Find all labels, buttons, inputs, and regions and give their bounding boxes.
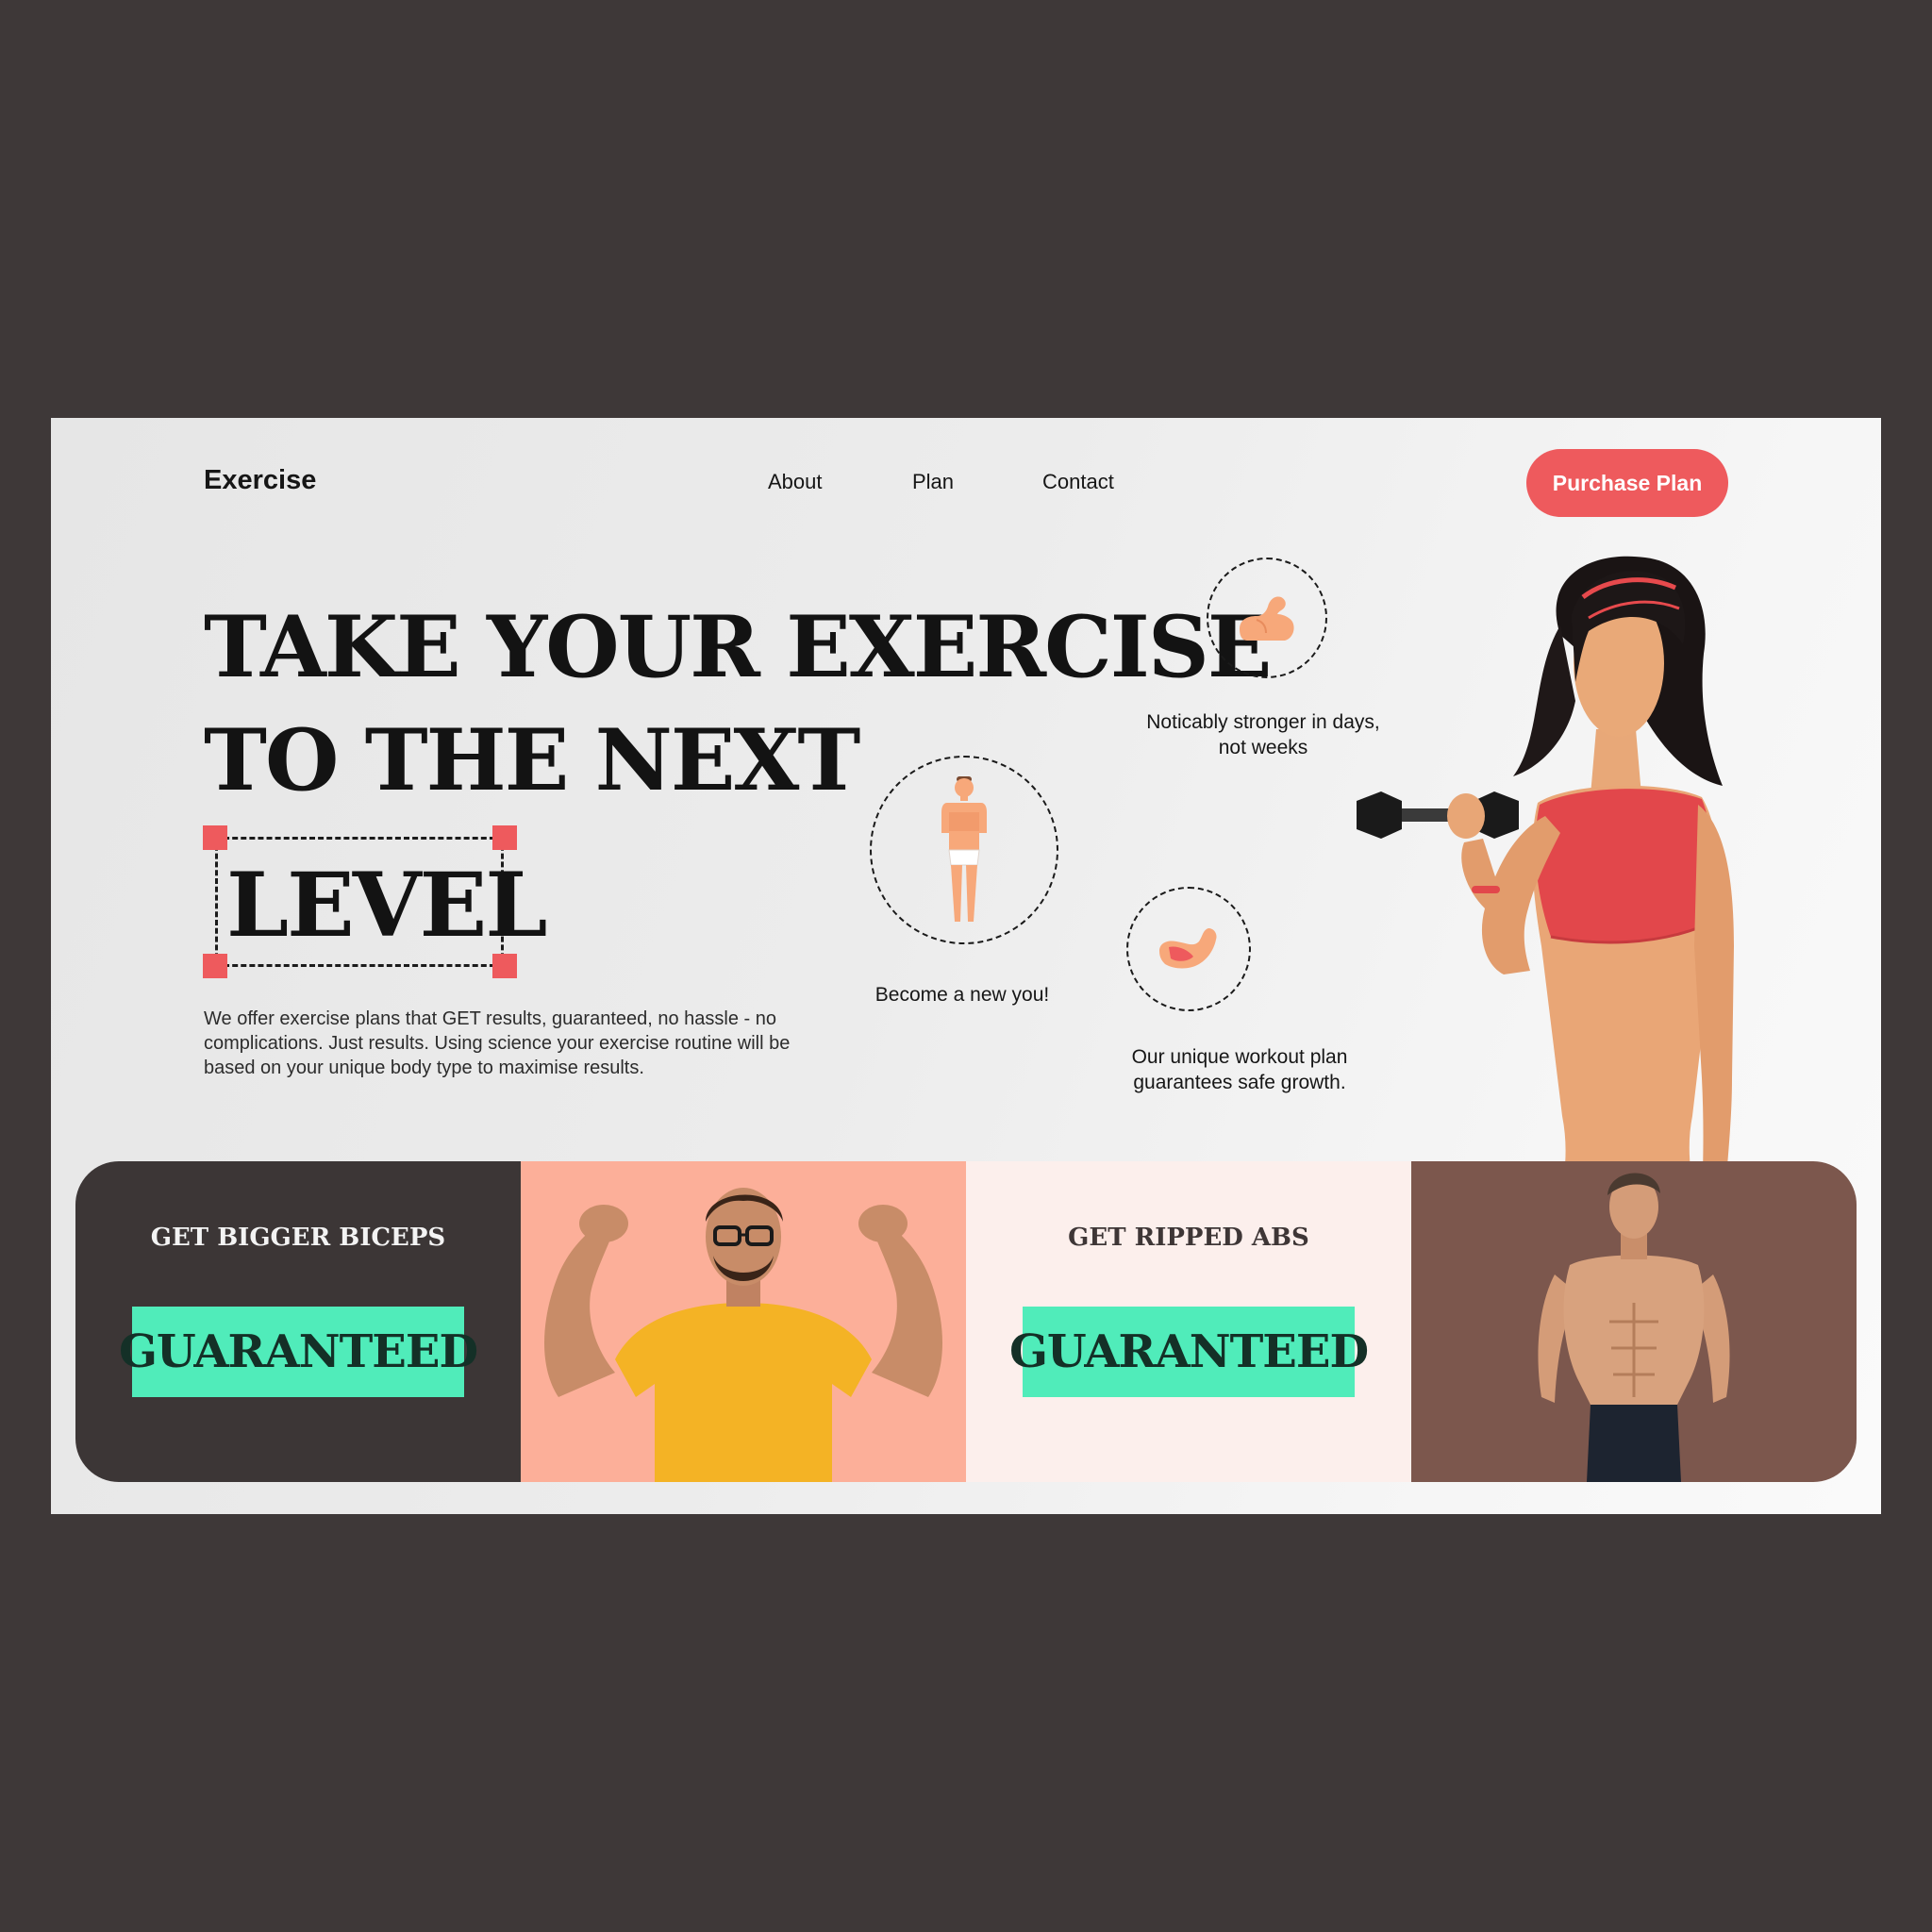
- hair-left-strands: [1513, 625, 1575, 776]
- crop-top: [1535, 789, 1713, 942]
- feature-growth-caption-line1: Our unique workout plan: [1131, 1046, 1348, 1068]
- promo-abs-panel[interactable]: GET RIPPED ABS GUARANTEED: [966, 1161, 1411, 1482]
- promo-biceps-panel[interactable]: GET BIGGER BICEPS GUARANTEED: [75, 1161, 521, 1482]
- nav-contact[interactable]: Contact: [1042, 470, 1114, 494]
- abs-photo-panel: [1411, 1161, 1857, 1482]
- right-arm-raised: [872, 1227, 942, 1397]
- hero-headline-line2: TO THE NEXT: [204, 710, 860, 810]
- landing-page: Exercise About Plan Contact Purchase Pla…: [51, 418, 1881, 1514]
- dumbbell-top-weight-left: [1357, 791, 1402, 839]
- flexed-bicep-icon: [1240, 596, 1294, 641]
- promo-biceps-badge: GUARANTEED: [119, 1307, 478, 1397]
- feature-growth-caption-line2: guarantees safe growth.: [1133, 1072, 1346, 1093]
- selection-handle-top-right[interactable]: [492, 825, 517, 850]
- feature-transform-circle: [870, 756, 1058, 944]
- promo-abs-title: GET RIPPED ABS: [1068, 1224, 1309, 1252]
- body-figure-icon: [941, 776, 987, 922]
- man-with-abs-photo: [1538, 1173, 1730, 1482]
- left-fist: [579, 1205, 628, 1242]
- feature-strength-circle: [1207, 558, 1327, 678]
- nav-about[interactable]: About: [768, 470, 823, 494]
- abs-man-jeans: [1587, 1405, 1681, 1482]
- selection-handle-top-left[interactable]: [203, 825, 227, 850]
- purchase-plan-button[interactable]: Purchase Plan: [1526, 449, 1728, 517]
- hero-highlight-word: LEVEL: [226, 854, 547, 958]
- feature-growth-circle: [1126, 887, 1251, 1011]
- promo-abs-badge: GUARANTEED: [1009, 1307, 1369, 1397]
- right-fist: [858, 1205, 908, 1242]
- yellow-tshirt: [615, 1303, 872, 1482]
- biceps-photo-panel: [521, 1161, 966, 1482]
- brand-logo[interactable]: Exercise: [204, 465, 316, 496]
- left-hand: [1447, 793, 1485, 839]
- hero-description: We offer exercise plans that GET results…: [204, 1008, 791, 1078]
- feature-transform-caption-line1: Become a new you!: [874, 984, 1050, 1006]
- promo-biceps-title: GET BIGGER BICEPS: [150, 1224, 446, 1252]
- neck: [1591, 729, 1641, 795]
- left-arm-raised: [544, 1227, 615, 1397]
- right-arm: [1694, 805, 1734, 1201]
- left-wristband: [1472, 886, 1500, 893]
- nav-plan[interactable]: Plan: [912, 470, 954, 494]
- arm-muscle-icon: [1159, 928, 1217, 969]
- selection-handle-bottom-left[interactable]: [203, 954, 227, 978]
- promo-strip: GET BIGGER BICEPS GUARANTEED GET RIPPED …: [75, 1161, 1857, 1482]
- hero-headline-line1: TAKE YOUR EXERCISE: [204, 597, 1272, 697]
- feature-transform-caption: Become a new you!: [858, 982, 1066, 1008]
- feature-growth-caption: Our unique workout plan guarantees safe …: [1079, 1044, 1400, 1095]
- man-flexing-biceps-photo: [544, 1188, 942, 1482]
